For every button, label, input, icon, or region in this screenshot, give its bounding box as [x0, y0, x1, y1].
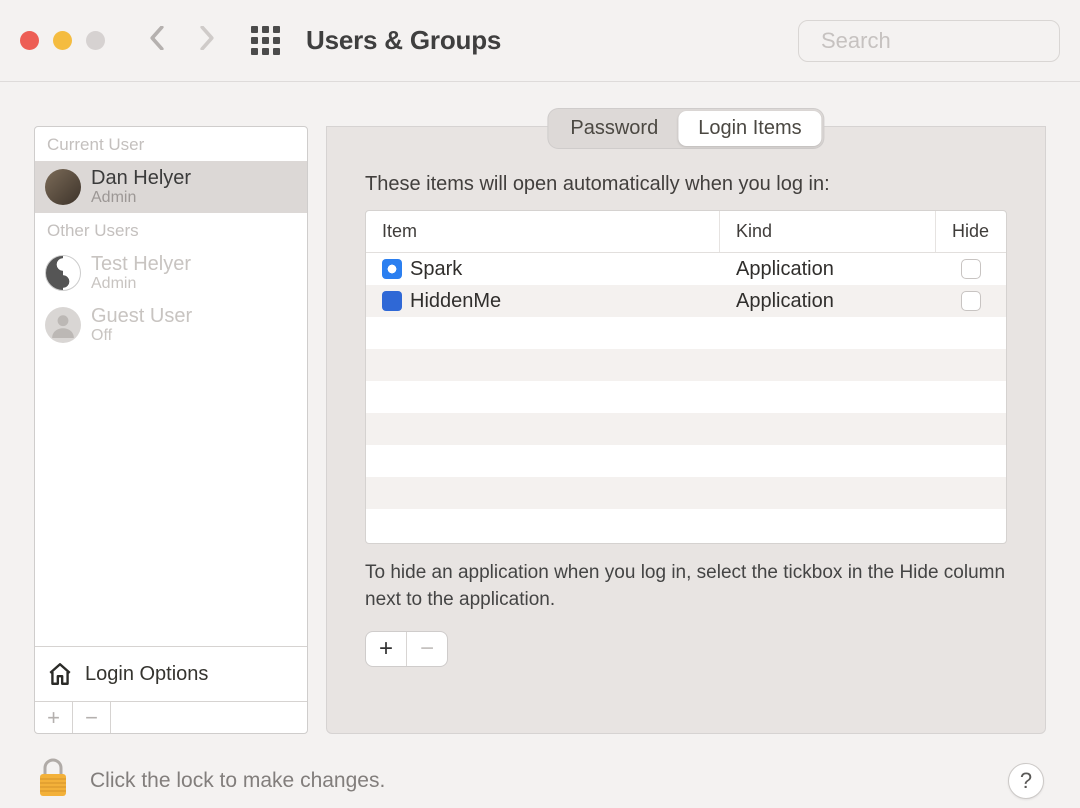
nav-arrows — [149, 26, 215, 55]
hide-checkbox[interactable] — [961, 291, 981, 311]
table-row[interactable]: HiddenMe Application — [366, 285, 1006, 317]
remove-user-button[interactable]: − — [73, 702, 111, 733]
close-window-button[interactable] — [20, 31, 39, 50]
login-items-table: Item Kind Hide Spark Application HiddenM… — [365, 210, 1007, 544]
lock-icon — [36, 758, 70, 798]
minimize-window-button[interactable] — [53, 31, 72, 50]
help-button[interactable]: ? — [1008, 763, 1044, 799]
toolbar: Users & Groups — [0, 0, 1080, 82]
table-row-empty — [366, 445, 1006, 477]
user-name: Dan Helyer — [91, 167, 191, 189]
user-sidebar: Current User Dan Helyer Admin Other User… — [34, 126, 308, 734]
tab-password[interactable]: Password — [550, 111, 678, 146]
col-item[interactable]: Item — [366, 211, 720, 252]
tab-bar: Password Login Items — [548, 109, 823, 148]
search-input[interactable] — [821, 28, 1080, 54]
user-name: Guest User — [91, 305, 192, 327]
search-field[interactable] — [798, 20, 1060, 62]
sidebar-footer: + − — [35, 701, 307, 733]
item-kind: Application — [720, 288, 936, 315]
item-name: Spark — [410, 258, 462, 281]
lock-button[interactable] — [36, 758, 70, 803]
avatar — [45, 255, 81, 291]
table-row-empty — [366, 509, 1006, 541]
zoom-window-button[interactable] — [86, 31, 105, 50]
table-header: Item Kind Hide — [366, 211, 1006, 253]
item-kind: Application — [720, 256, 936, 283]
col-kind[interactable]: Kind — [720, 211, 936, 252]
forward-button[interactable] — [199, 26, 215, 55]
table-row-empty — [366, 381, 1006, 413]
pane-hint: To hide an application when you log in, … — [365, 560, 1007, 613]
pane-description: These items will open automatically when… — [365, 173, 1007, 196]
window-controls — [20, 31, 105, 50]
remove-login-item-button[interactable]: − — [407, 632, 447, 666]
home-icon — [47, 661, 73, 687]
login-options-label: Login Options — [85, 663, 208, 686]
item-name: HiddenMe — [410, 290, 501, 313]
footer: Click the lock to make changes. ? — [0, 734, 1080, 803]
window-title: Users & Groups — [306, 25, 501, 56]
user-row-other[interactable]: Test Helyer Admin — [35, 247, 307, 299]
table-row-empty — [366, 349, 1006, 381]
app-icon — [382, 259, 402, 279]
grid-icon — [251, 26, 280, 55]
lock-hint-text: Click the lock to make changes. — [90, 769, 385, 793]
section-label-current: Current User — [35, 127, 307, 161]
table-row-empty — [366, 317, 1006, 349]
app-icon — [382, 291, 402, 311]
col-hide[interactable]: Hide — [936, 211, 1006, 252]
hide-checkbox[interactable] — [961, 259, 981, 279]
main-pane: Password Login Items These items will op… — [326, 126, 1046, 734]
add-login-item-button[interactable]: + — [366, 632, 406, 666]
show-all-prefs-button[interactable] — [251, 26, 280, 55]
add-user-button[interactable]: + — [35, 702, 73, 733]
table-row-empty — [366, 477, 1006, 509]
tab-login-items[interactable]: Login Items — [678, 111, 821, 146]
avatar — [45, 307, 81, 343]
user-role: Admin — [91, 189, 191, 207]
section-label-other: Other Users — [35, 213, 307, 247]
table-row[interactable]: Spark Application — [366, 253, 1006, 285]
user-row-guest[interactable]: Guest User Off — [35, 299, 307, 351]
user-name: Test Helyer — [91, 253, 191, 275]
user-role: Off — [91, 327, 192, 345]
user-role: Admin — [91, 275, 191, 293]
back-button[interactable] — [149, 26, 165, 55]
avatar — [45, 169, 81, 205]
table-row-empty — [366, 413, 1006, 445]
login-options-button[interactable]: Login Options — [35, 646, 307, 701]
user-row-current[interactable]: Dan Helyer Admin — [35, 161, 307, 213]
login-item-controls: + − — [365, 631, 448, 667]
table-body: Spark Application HiddenMe Application — [366, 253, 1006, 541]
